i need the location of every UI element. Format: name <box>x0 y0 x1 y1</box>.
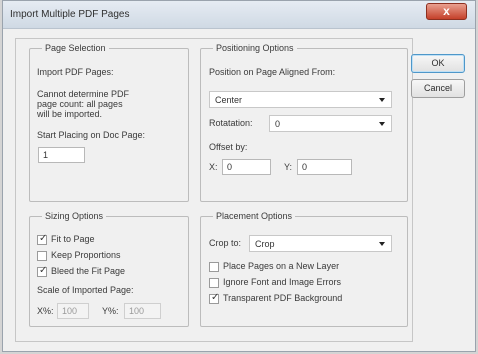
crop-to-label: Crop to: <box>209 238 242 248</box>
title-bar[interactable]: Import Multiple PDF Pages x <box>3 1 475 29</box>
checkmark-icon: ✓ <box>39 265 48 276</box>
bleed-fit-page-label: Bleed the Fit Page <box>51 266 126 276</box>
aligned-from-dropdown[interactable]: Center <box>209 91 392 108</box>
rotation-value: 0 <box>275 119 281 129</box>
start-placing-label: Start Placing on Doc Page: <box>37 130 146 140</box>
chevron-down-icon <box>379 242 385 246</box>
ok-button[interactable]: OK <box>411 54 465 73</box>
offset-y-label: Y: <box>284 162 293 172</box>
crop-to-value: Crop <box>255 239 275 249</box>
rotation-label: Rotatation: <box>209 118 253 128</box>
start-page-input[interactable]: 1 <box>38 147 85 163</box>
placement-options-group: Placement Options Crop to: Crop Place Pa… <box>200 211 408 327</box>
positioning-options-group: Positioning Options Position on Page Ali… <box>200 43 408 202</box>
cancel-button[interactable]: Cancel <box>411 79 465 98</box>
close-icon: x <box>443 4 450 18</box>
bleed-fit-page-checkbox[interactable]: ✓ <box>37 265 48 277</box>
fit-to-page-label: Fit to Page <box>51 234 95 244</box>
checkmark-icon: ✓ <box>211 292 220 303</box>
offset-by-label: Offset by: <box>209 142 248 152</box>
y-percent-label: Y%: <box>102 306 119 316</box>
sizing-legend: Sizing Options <box>45 211 104 221</box>
page-count-message-line2: page count: all pages <box>37 99 123 109</box>
chevron-down-icon <box>379 122 385 126</box>
offset-y-input[interactable]: 0 <box>297 159 352 175</box>
x-percent-label: X%: <box>37 306 54 316</box>
options-panel: Page Selection Import PDF Pages: Cannot … <box>15 38 413 342</box>
y-percent-input[interactable]: 100 <box>124 303 161 319</box>
ignore-errors-label: Ignore Font and Image Errors <box>223 277 342 287</box>
close-button[interactable]: x <box>426 3 467 20</box>
window-title: Import Multiple PDF Pages <box>10 9 130 20</box>
crop-to-dropdown[interactable]: Crop <box>249 235 392 252</box>
aligned-from-value: Center <box>215 95 243 105</box>
offset-x-input[interactable]: 0 <box>222 159 271 175</box>
import-pdf-pages-label: Import PDF Pages: <box>37 67 114 77</box>
transparent-background-checkbox[interactable]: ✓ <box>209 292 220 304</box>
page-count-message-line3: will be imported. <box>37 109 103 119</box>
ignore-errors-checkbox[interactable] <box>209 278 219 288</box>
page-selection-legend: Page Selection <box>45 43 106 53</box>
keep-proportions-label: Keep Proportions <box>51 250 121 260</box>
dialog-window: Import Multiple PDF Pages x Page Selecti… <box>2 0 476 352</box>
x-percent-input[interactable]: 100 <box>57 303 89 319</box>
placement-legend: Placement Options <box>216 211 293 221</box>
keep-proportions-checkbox[interactable] <box>37 251 47 261</box>
aligned-from-label: Position on Page Aligned From: <box>209 67 336 77</box>
fit-to-page-checkbox[interactable]: ✓ <box>37 233 48 245</box>
sizing-options-group: Sizing Options ✓ Fit to Page Keep Propor… <box>29 211 189 327</box>
chevron-down-icon <box>379 98 385 102</box>
new-layer-label: Place Pages on a New Layer <box>223 261 340 271</box>
page-selection-group: Page Selection Import PDF Pages: Cannot … <box>29 43 189 202</box>
rotation-dropdown[interactable]: 0 <box>269 115 392 132</box>
transparent-background-label: Transparent PDF Background <box>223 293 343 303</box>
checkmark-icon: ✓ <box>39 233 48 244</box>
page-count-message-line1: Cannot determine PDF <box>37 89 130 99</box>
offset-x-label: X: <box>209 162 218 172</box>
scale-label: Scale of Imported Page: <box>37 285 134 295</box>
positioning-legend: Positioning Options <box>216 43 294 53</box>
new-layer-checkbox[interactable] <box>209 262 219 272</box>
